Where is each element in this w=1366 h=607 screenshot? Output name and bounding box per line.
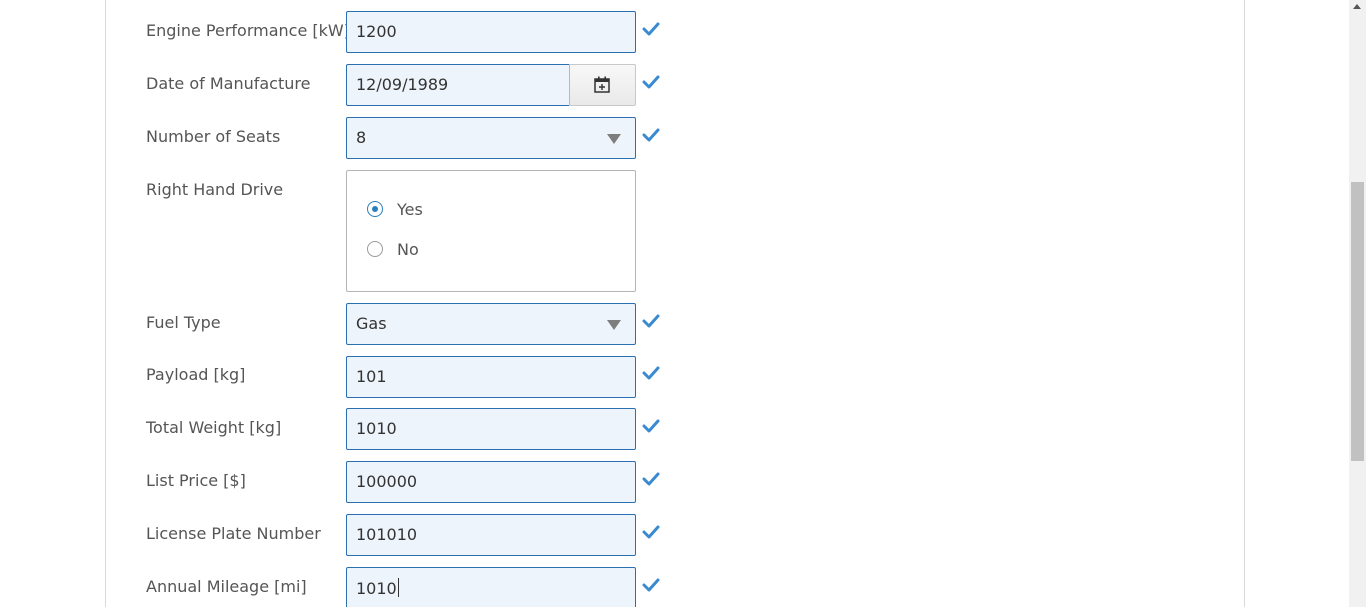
payload-value: 101	[356, 367, 387, 386]
date-of-manufacture-valid-checkmark-icon	[642, 74, 662, 94]
fuel-type-select[interactable]: Gas	[346, 303, 636, 345]
chevron-down-icon	[607, 320, 621, 330]
fuel-type-value: Gas	[356, 314, 387, 333]
license-plate-number-valid-checkmark-icon	[642, 524, 662, 544]
fuel-type-valid-checkmark-icon	[642, 313, 662, 333]
text-cursor	[397, 578, 399, 597]
date-of-manufacture-value: 12/09/1989	[356, 75, 449, 94]
license-plate-number-label: License Plate Number	[146, 524, 321, 543]
vertical-scrollbar[interactable]	[1349, 0, 1366, 607]
total-weight-label: Total Weight [kg]	[146, 418, 282, 437]
annual-mileage-input[interactable]: 1010	[346, 567, 636, 607]
annual-mileage-label: Annual Mileage [mi]	[146, 577, 307, 596]
total-weight-value: 1010	[356, 419, 397, 438]
annual-mileage-value-text: 1010	[356, 579, 397, 598]
payload-input[interactable]: 101	[346, 356, 636, 398]
list-price-valid-checkmark-icon	[642, 471, 662, 491]
right-hand-drive-radio-group: Yes No	[346, 170, 636, 292]
vehicle-form-panel: Engine Performance [kW] 1200 Date of Man…	[105, 0, 1245, 607]
fuel-type-label: Fuel Type	[146, 313, 221, 332]
radio-button-checked[interactable]	[367, 201, 383, 217]
radio-button-unchecked[interactable]	[367, 241, 383, 257]
engine-performance-value: 1200	[356, 22, 397, 41]
scrollbar-thumb[interactable]	[1351, 182, 1364, 461]
license-plate-number-value: 101010	[356, 525, 418, 544]
total-weight-valid-checkmark-icon	[642, 418, 662, 438]
calendar-icon	[594, 76, 610, 97]
list-price-label: List Price [$]	[146, 471, 246, 490]
number-of-seats-select[interactable]: 8	[346, 117, 636, 159]
list-price-value: 100000	[356, 472, 418, 491]
right-hand-drive-label: Right Hand Drive	[146, 180, 284, 199]
scroll-up-arrow-icon[interactable]	[1353, 4, 1361, 9]
payload-label: Payload [kg]	[146, 365, 246, 384]
page: Engine Performance [kW] 1200 Date of Man…	[0, 0, 1366, 607]
total-weight-input[interactable]: 1010	[346, 408, 636, 450]
number-of-seats-value: 8	[356, 128, 367, 147]
license-plate-number-input[interactable]: 101010	[346, 514, 636, 556]
annual-mileage-valid-checkmark-icon	[642, 577, 662, 597]
engine-performance-input[interactable]: 1200	[346, 11, 636, 53]
engine-performance-label: Engine Performance [kW]	[146, 21, 350, 40]
number-of-seats-label: Number of Seats	[146, 127, 281, 146]
number-of-seats-valid-checkmark-icon	[642, 127, 662, 147]
date-picker-button[interactable]	[569, 64, 636, 106]
engine-performance-valid-checkmark-icon	[642, 21, 662, 41]
date-of-manufacture-input[interactable]: 12/09/1989	[346, 64, 569, 106]
payload-valid-checkmark-icon	[642, 365, 662, 385]
right-hand-drive-yes-label: Yes	[397, 200, 423, 219]
right-hand-drive-no-label: No	[397, 240, 419, 259]
date-of-manufacture-label: Date of Manufacture	[146, 74, 311, 93]
list-price-input[interactable]: 100000	[346, 461, 636, 503]
annual-mileage-value: 1010	[356, 578, 399, 599]
chevron-down-icon	[607, 134, 621, 144]
